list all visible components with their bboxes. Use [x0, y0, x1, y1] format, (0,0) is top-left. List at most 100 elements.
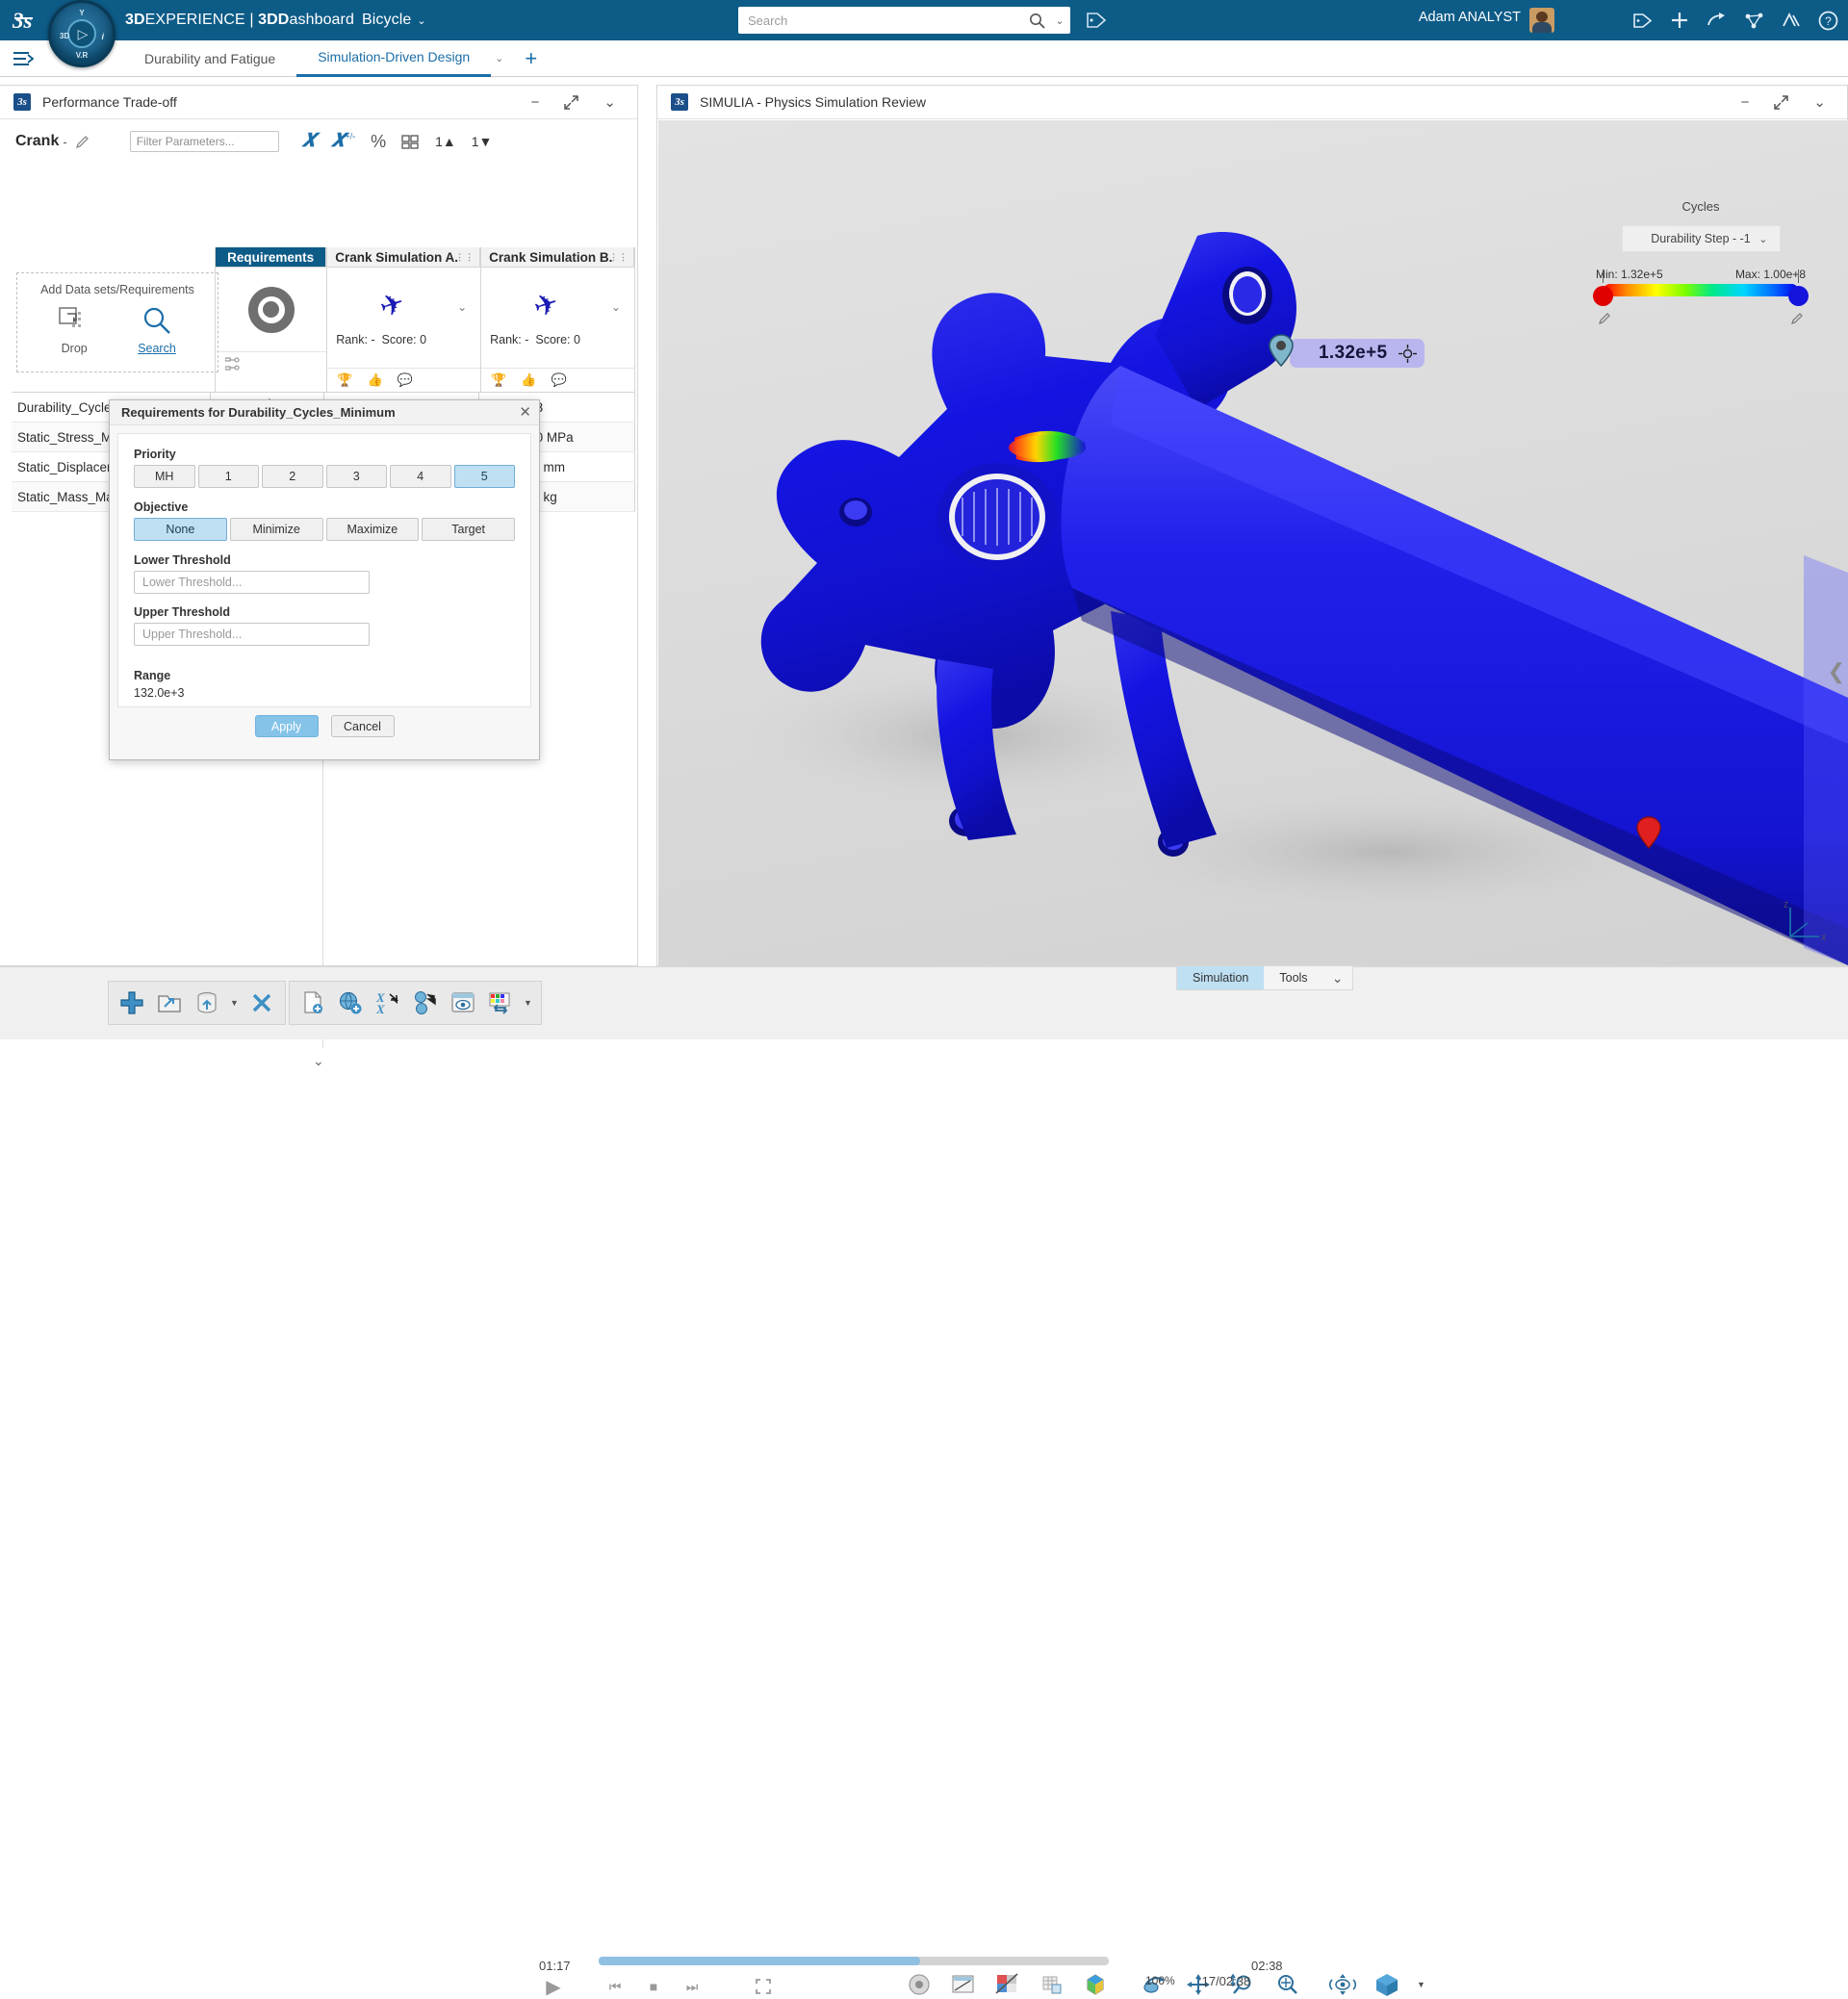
network-icon[interactable] [1744, 12, 1764, 30]
help-icon[interactable]: ? [1818, 11, 1838, 31]
priority-option-5[interactable]: 5 [453, 465, 515, 488]
share-icon[interactable] [1707, 12, 1727, 30]
column-header-sim-b[interactable]: Crank Simulation B. ⋮⋮ [481, 247, 634, 268]
skip-end-icon[interactable]: ⏭ [678, 1974, 706, 1999]
cancel-button[interactable]: Cancel [330, 715, 395, 737]
priority-option-mh[interactable]: MH [134, 465, 195, 488]
chevron-down-icon[interactable]: ⌄ [611, 300, 621, 314]
expand-icon[interactable] [564, 94, 579, 110]
map-pin-red-icon[interactable] [1636, 816, 1661, 849]
new-globe-icon[interactable] [336, 988, 365, 1017]
column-header-sim-a[interactable]: Crank Simulation A. ⋮⋮ [327, 247, 481, 268]
fit-icon[interactable] [749, 1974, 778, 1999]
priority-option-3[interactable]: 3 [325, 465, 387, 488]
tab-simulation[interactable]: Simulation [1177, 966, 1265, 989]
lower-threshold-input[interactable] [134, 571, 370, 594]
database-save-icon[interactable] [192, 988, 221, 1017]
tab-tools[interactable]: Tools [1264, 966, 1322, 989]
annotation-callout[interactable]: 1.32e+5 [1290, 339, 1425, 368]
add-icon[interactable] [1670, 11, 1689, 30]
stop-icon[interactable]: ■ [639, 1974, 668, 1999]
chevron-down-icon[interactable]: ⌄ [1323, 966, 1352, 989]
search-icon[interactable] [1024, 13, 1049, 29]
avatar[interactable] [1529, 8, 1554, 33]
play-icon[interactable]: ▶ [539, 1974, 568, 1999]
comment-icon[interactable]: 💬 [552, 372, 567, 388]
search-input[interactable] [738, 8, 1024, 33]
new-icon[interactable] [117, 988, 146, 1017]
objective-option-maximize[interactable]: Maximize [325, 518, 420, 541]
legend-max-handle[interactable] [1788, 286, 1809, 306]
objective-option-target[interactable]: Target [422, 518, 515, 541]
thumbs-up-icon[interactable]: 👍 [367, 372, 382, 388]
pencil-icon[interactable] [1598, 312, 1611, 325]
compass-center-button[interactable] [67, 19, 96, 48]
zoom-fit-icon[interactable] [1272, 1970, 1301, 1999]
close-x-icon[interactable] [247, 988, 276, 1017]
apps-icon[interactable] [1782, 12, 1801, 30]
bookmark-icon[interactable] [1632, 12, 1653, 30]
new-doc-icon[interactable] [298, 988, 327, 1017]
variable-x-button[interactable]: 𝑿 [302, 131, 316, 152]
minimize-icon[interactable]: − [531, 94, 540, 111]
drag-handle-icon[interactable]: ⋮⋮ [609, 252, 629, 263]
view-eye-icon[interactable] [1328, 1970, 1357, 1999]
xy-plot-icon[interactable]: XX [373, 988, 402, 1017]
durability-step-select[interactable]: Durability Step - -1 ⌄ [1621, 225, 1781, 252]
hierarchy-icon[interactable] [225, 356, 241, 372]
chevron-down-icon[interactable]: ⌄ [1813, 93, 1826, 111]
dropdown-caret-icon[interactable]: ▼ [1417, 1980, 1425, 1989]
apply-button[interactable]: Apply [254, 715, 319, 737]
skip-start-icon[interactable]: ⏮ [601, 1974, 629, 1999]
grid-view-button[interactable] [401, 134, 420, 150]
3d-viewport[interactable]: Cycles Durability Step - -1 ⌄ Min: 1.32e… [658, 120, 1848, 965]
hamburger-icon[interactable] [0, 40, 46, 77]
close-icon[interactable]: ✕ [519, 405, 531, 420]
filter-parameters-input[interactable] [129, 131, 279, 152]
objective-option-none[interactable]: None [134, 518, 227, 541]
chevron-left-icon[interactable]: ❮ [1828, 659, 1845, 684]
chevron-down-icon[interactable]: ⌄ [417, 14, 425, 27]
search-dropdown-caret-icon[interactable]: ⌄ [1049, 14, 1070, 27]
comment-icon[interactable]: 💬 [398, 372, 413, 388]
drop-zone[interactable]: Add Data sets/Requirements Drop Search [16, 272, 218, 372]
project-name[interactable]: Bicycle [362, 12, 411, 28]
priority-option-4[interactable]: 4 [390, 465, 451, 488]
priority-option-1[interactable]: 1 [197, 465, 259, 488]
chevron-down-icon[interactable]: ⌄ [491, 52, 513, 64]
trophy-icon[interactable]: 🏆 [491, 372, 506, 388]
drop-action[interactable]: Drop [59, 306, 90, 355]
globe-point-icon[interactable] [411, 988, 440, 1017]
chevron-down-icon[interactable]: ⌄ [313, 1053, 324, 1069]
search-action[interactable]: Search [138, 306, 176, 355]
sound-icon[interactable] [905, 1970, 934, 1999]
view-cube-icon[interactable] [1373, 1970, 1401, 1999]
colormap-icon[interactable] [949, 1970, 978, 1999]
user-name[interactable]: Adam ANALYST [1419, 10, 1521, 25]
display-icon[interactable] [449, 988, 477, 1017]
pencil-icon[interactable] [75, 135, 90, 149]
dropdown-caret-icon[interactable]: ▼ [230, 998, 239, 1008]
chevron-down-icon[interactable]: ⌄ [1758, 233, 1767, 245]
chevron-down-icon[interactable]: ⌄ [457, 300, 467, 314]
expand-icon[interactable] [1774, 94, 1789, 110]
add-tab-button[interactable]: + [513, 47, 549, 69]
priority-option-2[interactable]: 2 [262, 465, 323, 488]
drag-handle-icon[interactable]: ⋮⋮ [455, 252, 475, 263]
colormap-swap-icon[interactable] [486, 988, 515, 1017]
legend-min-handle[interactable] [1593, 286, 1613, 306]
objective-option-minimize[interactable]: Minimize [229, 518, 323, 541]
progress-bar[interactable] [599, 1957, 1109, 1965]
compass-widget[interactable]: Y V.R 3D i [48, 0, 116, 67]
dropdown-caret-icon[interactable]: ▼ [524, 998, 532, 1008]
sort-ascending-button[interactable]: 1▲ [435, 134, 456, 149]
crosshair-icon[interactable] [1399, 344, 1418, 363]
percent-button[interactable]: % [371, 132, 386, 152]
chevron-down-icon[interactable]: ⌄ [603, 93, 616, 111]
upper-threshold-input[interactable] [134, 623, 370, 646]
pencil-icon[interactable] [1790, 312, 1804, 325]
colorbox-icon[interactable] [993, 1970, 1022, 1999]
column-header-requirements[interactable]: Requirements [216, 247, 327, 268]
variable-x-plusminus-button[interactable]: 𝑿+/- [331, 131, 355, 152]
search-box[interactable]: ⌄ [738, 7, 1070, 34]
